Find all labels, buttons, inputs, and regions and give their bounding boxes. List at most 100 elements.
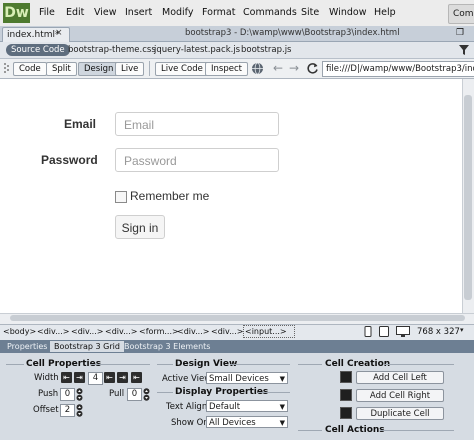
remember-me-checkbox[interactable] — [115, 191, 127, 203]
email-placeholder: Email — [124, 118, 155, 132]
push-value[interactable]: 0 — [60, 388, 75, 401]
show-on-value: All Devices — [209, 418, 256, 428]
password-label: Password — [41, 153, 98, 167]
menu-format[interactable]: Format — [202, 7, 235, 18]
address-text: file:///D|/wamp/www/Bootstrap3/index.h — [326, 64, 474, 74]
refresh-icon[interactable] — [306, 62, 319, 75]
menu-modify[interactable]: Modify — [162, 7, 193, 18]
show-on-select[interactable]: All Devices ▼ — [206, 416, 288, 428]
pull-value[interactable]: 0 — [127, 388, 142, 401]
pull-stepper-icon[interactable] — [142, 388, 151, 401]
source-code-button[interactable]: Source Code — [6, 44, 70, 56]
increase-width-right-icon[interactable]: ⇥ — [117, 372, 128, 383]
width-label: Width — [34, 373, 59, 383]
show-on-label: Show On — [171, 418, 209, 428]
forward-arrow-icon[interactable]: → — [289, 62, 299, 75]
active-view-label: Active View — [162, 374, 212, 384]
add-cell-left-icon[interactable] — [340, 371, 352, 383]
active-view-select[interactable]: Small Devices ▼ — [206, 372, 288, 384]
offset-label: Offset — [33, 405, 59, 415]
tab-properties[interactable]: Properties — [3, 341, 51, 352]
globe-icon[interactable] — [251, 62, 264, 75]
tag-selector-body[interactable]: <body> — [3, 327, 36, 336]
related-file-bootstrap-theme[interactable]: bootstrap-theme.css — [68, 45, 156, 55]
section-rule — [298, 364, 322, 365]
menu-insert[interactable]: Insert — [125, 7, 152, 18]
menu-edit[interactable]: Edit — [66, 7, 84, 18]
sign-in-button[interactable]: Sign in — [115, 215, 165, 239]
menu-commands[interactable]: Commands — [243, 7, 297, 18]
duplicate-cell-icon[interactable] — [340, 407, 352, 419]
close-icon[interactable]: × — [55, 28, 63, 38]
back-arrow-icon[interactable]: ← — [273, 62, 283, 75]
window-size-readout[interactable]: 768 x 327 — [417, 327, 460, 337]
inspect-button[interactable]: Inspect — [205, 62, 248, 76]
menu-site[interactable]: Site — [301, 7, 319, 18]
code-view-button[interactable]: Code — [13, 62, 47, 76]
expand-width-icon[interactable]: ⇤ — [131, 372, 142, 383]
menu-window[interactable]: Window — [329, 7, 366, 18]
cell-creation-title: Cell Creation — [325, 359, 391, 369]
chevron-down-icon: ▼ — [279, 375, 285, 383]
offset-stepper-icon[interactable] — [75, 404, 84, 417]
design-view-button[interactable]: Design — [78, 62, 120, 76]
display-properties-title: Display Properties — [175, 387, 269, 397]
tag-selector-div[interactable]: <div...> — [211, 327, 243, 336]
tag-selector-input[interactable]: <input...> — [245, 327, 287, 336]
mobile-size-icon[interactable] — [362, 326, 374, 337]
section-rule — [6, 364, 24, 365]
tag-selector-div[interactable]: <div...> — [177, 327, 209, 336]
tab-bootstrap-elements[interactable]: Bootstrap 3 Elements — [120, 341, 214, 352]
text-align-select[interactable]: Default ▼ — [206, 400, 288, 412]
restore-window-icon[interactable]: ❐ — [456, 28, 464, 38]
section-rule — [384, 364, 454, 365]
live-code-button[interactable]: Live Code — [155, 62, 209, 76]
section-rule — [90, 364, 150, 365]
tag-selector-div[interactable]: <div...> — [105, 327, 137, 336]
horizontal-scroll-thumb[interactable] — [10, 315, 465, 321]
menu-file[interactable]: File — [39, 7, 55, 18]
text-align-label: Text Align — [166, 402, 208, 412]
desktop-size-icon[interactable] — [396, 326, 410, 337]
section-rule — [258, 392, 290, 393]
tag-selector-div[interactable]: <div...> — [37, 327, 69, 336]
live-view-button[interactable]: Live — [115, 62, 145, 76]
tablet-size-icon[interactable] — [378, 326, 390, 337]
workspace-switcher[interactable]: Comp — [448, 4, 474, 24]
email-label: Email — [64, 117, 97, 131]
tag-selector-div[interactable]: <div...> — [71, 327, 103, 336]
offset-value[interactable]: 2 — [60, 404, 75, 417]
chevron-down-icon: ▼ — [279, 419, 285, 427]
duplicate-cell-button[interactable]: Duplicate Cell — [356, 407, 444, 420]
decrease-width-left-icon[interactable]: ⇤ — [61, 372, 72, 383]
tag-selector-form[interactable]: <form...> — [139, 327, 179, 336]
add-cell-left-button[interactable]: Add Cell Left — [356, 371, 444, 384]
email-field[interactable]: Email — [115, 112, 279, 136]
filter-icon[interactable] — [458, 44, 470, 56]
section-rule — [298, 430, 322, 431]
menu-view[interactable]: View — [94, 7, 117, 18]
toolbar-divider — [149, 61, 150, 76]
add-cell-right-button[interactable]: Add Cell Right — [356, 389, 444, 402]
password-field[interactable]: Password — [115, 148, 279, 172]
vertical-scroll-thumb[interactable] — [464, 95, 472, 300]
push-stepper-icon[interactable] — [75, 388, 84, 401]
cell-actions-title: Cell Actions — [325, 425, 385, 435]
address-bar[interactable]: file:///D|/wamp/www/Bootstrap3/index.h — [322, 61, 474, 77]
password-placeholder: Password — [124, 154, 177, 168]
menu-help[interactable]: Help — [374, 7, 396, 18]
section-rule — [380, 430, 454, 431]
split-view-button[interactable]: Split — [46, 62, 77, 76]
decrease-width-right-icon[interactable]: ⇤ — [104, 372, 115, 383]
increase-width-left-icon[interactable]: ⇥ — [74, 372, 85, 383]
design-view-title: Design View — [175, 359, 238, 369]
related-file-jquery[interactable]: jquery-latest.pack.js — [154, 45, 240, 55]
section-rule — [157, 364, 173, 365]
add-cell-right-icon[interactable] — [340, 389, 352, 401]
tab-bootstrap-grid[interactable]: Bootstrap 3 Grid — [50, 341, 124, 352]
window-size-chevron-down-icon[interactable]: ▾ — [460, 326, 464, 334]
grip-icon — [4, 63, 9, 73]
section-rule — [230, 364, 290, 365]
related-file-bootstrap-js[interactable]: bootstrap.js — [241, 45, 291, 55]
width-value[interactable]: 4 — [88, 372, 103, 385]
